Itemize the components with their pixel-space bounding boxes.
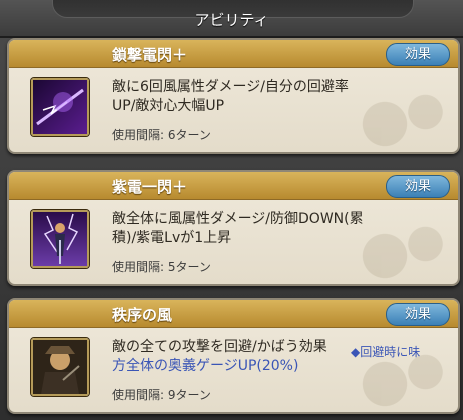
ability-name: 鎖撃電閃＋: [112, 46, 188, 64]
purple-lightning-slash-icon: [31, 78, 89, 136]
ability-description: 敵全体に風属性ダメージ/防御DOWN(累 積)/紫電Lvが1上昇: [112, 210, 442, 248]
ability-card-2[interactable]: 紫電一閃＋ 効果 敵全体に風属性ダメージ/防御DOWN(累 積)/紫電Lvが1上…: [7, 170, 460, 286]
page-title: アビリティ: [194, 11, 269, 29]
description-line: 敵に6回風属性ダメージ/自分の回避率: [112, 79, 349, 95]
cooldown-interval: 使用間隔: 9ターン: [112, 388, 211, 402]
dark-knight-portrait-icon: [31, 338, 89, 396]
description-line-highlight: 方全体の奥義ゲージUP(20%): [112, 358, 299, 374]
ability-description: 敵の全ての攻撃を回避/かばう効果 方全体の奥義ゲージUP(20%): [112, 338, 442, 376]
cooldown-interval: 使用間隔: 5ターン: [112, 260, 211, 274]
ability-name: 秩序の風: [112, 306, 173, 324]
description-line: UP/敵対心大幅UP: [112, 98, 225, 114]
panel-header: アビリティ: [0, 0, 463, 38]
effect-button[interactable]: 効果: [386, 303, 450, 326]
cooldown-interval: 使用間隔: 6ターン: [112, 128, 211, 142]
description-line: 敵全体に風属性ダメージ/防御DOWN(累: [112, 211, 364, 227]
ability-name: 紫電一閃＋: [112, 178, 188, 196]
ability-description: 敵に6回風属性ダメージ/自分の回避率 UP/敵対心大幅UP: [112, 78, 442, 116]
swordsman-lightning-icon: [31, 210, 89, 268]
effect-button[interactable]: 効果: [386, 43, 450, 66]
description-line: 積)/紫電Lvが1上昇: [112, 230, 232, 246]
ability-card-3[interactable]: 秩序の風 効果 ◆回避時に味 敵の全ての攻撃を回避/かばう効果 方全体の奥義ゲー…: [7, 298, 460, 414]
description-line: 敵の全ての攻撃を回避/かばう効果: [112, 339, 327, 355]
effect-button[interactable]: 効果: [386, 175, 450, 198]
ability-card-1[interactable]: 鎖撃電閃＋ 効果 敵に6回風属性ダメージ/自分の回避率 UP/敵対心大幅UP 使…: [7, 38, 460, 154]
